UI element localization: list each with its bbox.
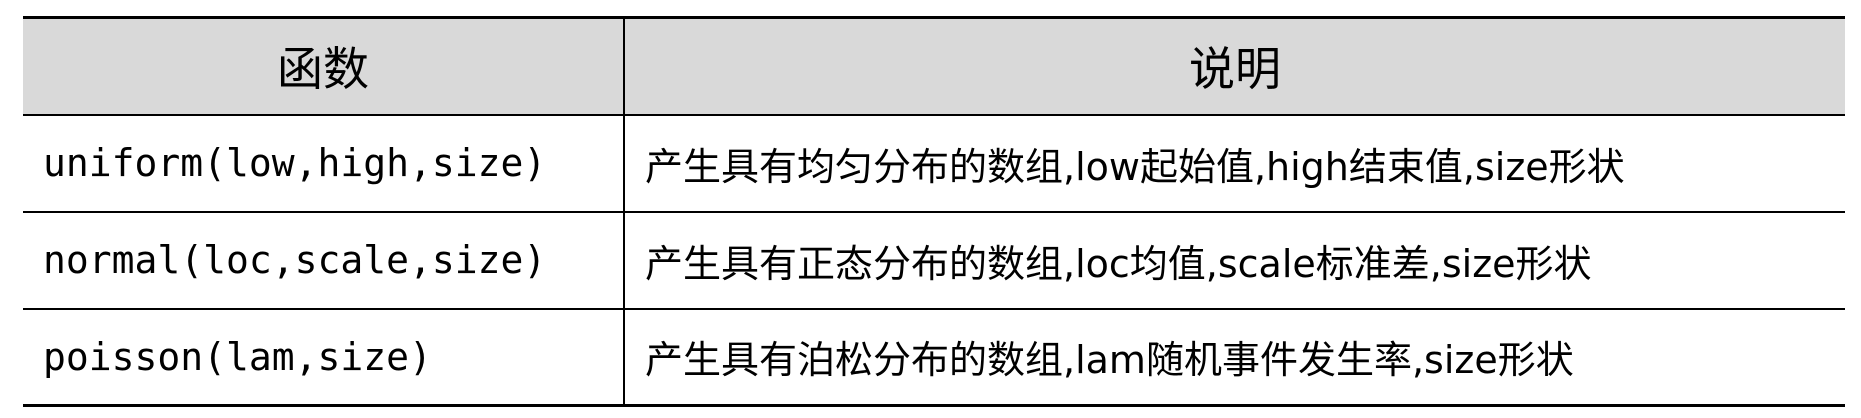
description-cell-normal: 产生具有正态分布的数组,loc均值,scale标准差,size形状 [624, 211, 1845, 310]
function-cell-poisson: poisson(lam,size) [23, 308, 625, 407]
random-functions-table: 函数 说明 uniform(low,high,size) 产生具有均匀分布的数组… [23, 16, 1845, 407]
table-row: normal(loc,scale,size) 产生具有正态分布的数组,loc均值… [23, 211, 1845, 310]
header-function: 函数 [23, 16, 625, 116]
description-cell-poisson: 产生具有泊松分布的数组,lam随机事件发生率,size形状 [624, 308, 1845, 407]
function-cell-normal: normal(loc,scale,size) [23, 211, 625, 310]
table-header-row: 函数 说明 [23, 16, 1845, 116]
description-cell-uniform: 产生具有均匀分布的数组,low起始值,high结束值,size形状 [624, 114, 1845, 213]
function-cell-uniform: uniform(low,high,size) [23, 114, 625, 213]
header-description: 说明 [624, 16, 1845, 116]
table-row: poisson(lam,size) 产生具有泊松分布的数组,lam随机事件发生率… [23, 308, 1845, 407]
table-row: uniform(low,high,size) 产生具有均匀分布的数组,low起始… [23, 114, 1845, 213]
random-functions-table-container: 函数 说明 uniform(low,high,size) 产生具有均匀分布的数组… [23, 16, 1845, 407]
